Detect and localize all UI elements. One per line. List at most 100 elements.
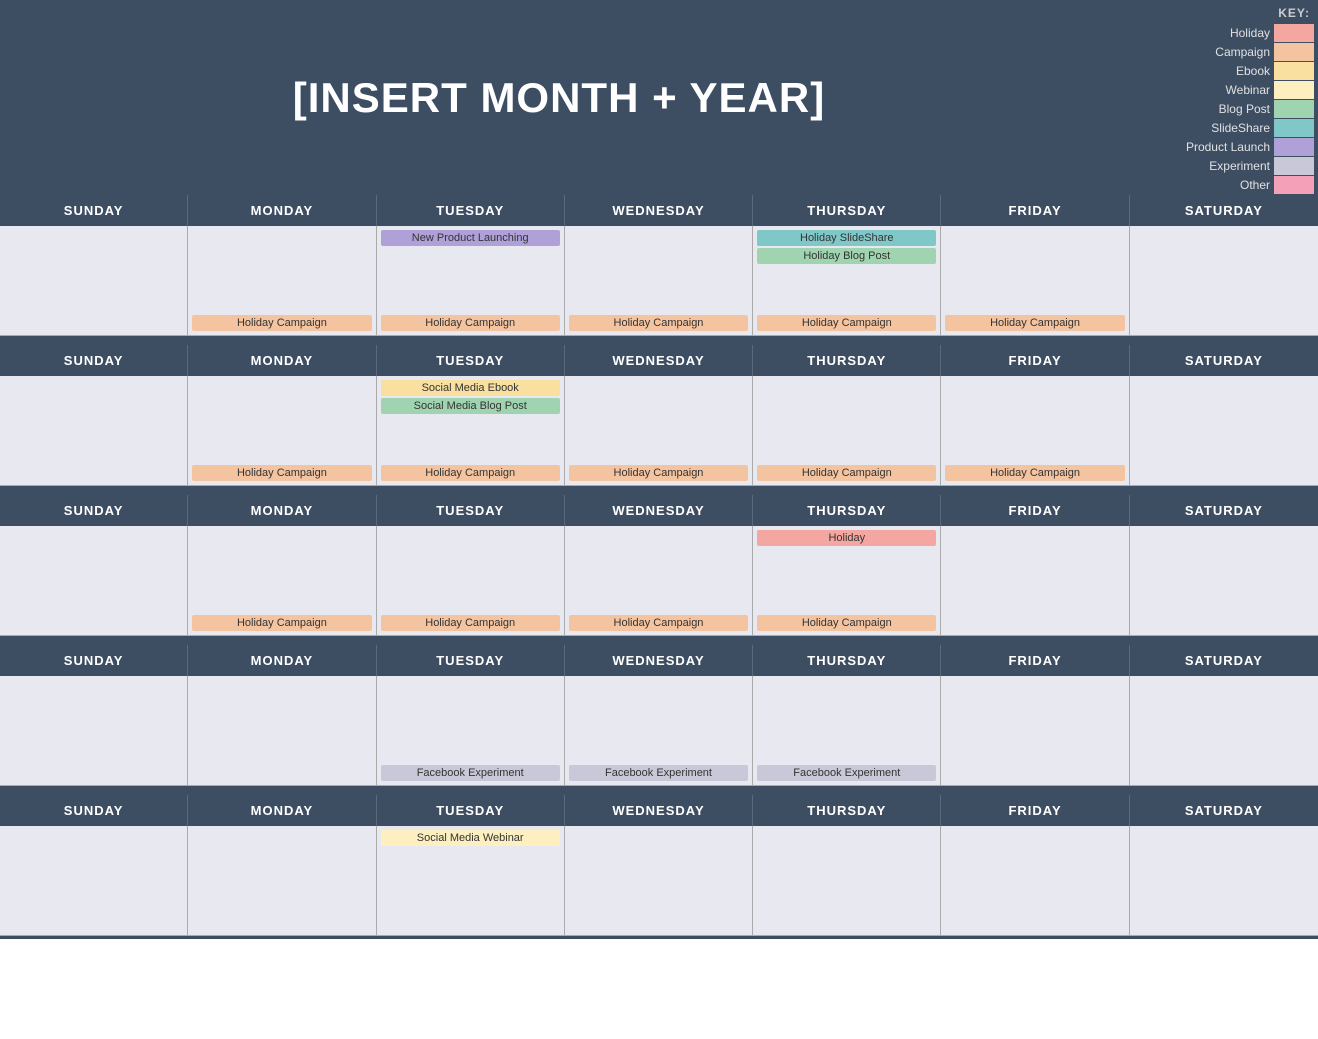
day-header-4-1: MONDAY bbox=[188, 795, 376, 826]
day-cell-1-5: Holiday Campaign bbox=[941, 376, 1129, 486]
day-cell-4-6 bbox=[1130, 826, 1318, 936]
week-block-2: SUNDAYMONDAYTUESDAYWEDNESDAYTHURSDAYFRID… bbox=[0, 495, 1318, 639]
bottom-event-badge-1-3: Holiday Campaign bbox=[569, 465, 748, 481]
day-cell-3-1 bbox=[188, 676, 376, 786]
days-row-4: Social Media Webinar bbox=[0, 826, 1318, 936]
key-color-slideshare bbox=[1274, 119, 1314, 137]
bottom-event-badge-3-4: Facebook Experiment bbox=[757, 765, 936, 781]
day-cell-1-0 bbox=[0, 376, 188, 486]
day-cell-2-0 bbox=[0, 526, 188, 636]
key-item-label-campaign: Campaign bbox=[1215, 45, 1270, 59]
day-header-2-1: MONDAY bbox=[188, 495, 376, 526]
day-header-3-3: WEDNESDAY bbox=[565, 645, 753, 676]
day-header-2-0: SUNDAY bbox=[0, 495, 188, 526]
day-cell-2-2: Holiday Campaign bbox=[377, 526, 565, 636]
day-header-1-5: FRIDAY bbox=[941, 345, 1129, 376]
top-events-0-2: New Product Launching bbox=[381, 230, 560, 246]
day-cell-3-5 bbox=[941, 676, 1129, 786]
top-events-0-4: Holiday SlideShareHoliday Blog Post bbox=[757, 230, 936, 264]
days-row-1: Holiday CampaignSocial Media EbookSocial… bbox=[0, 376, 1318, 486]
key-color-holiday bbox=[1274, 24, 1314, 42]
day-cell-2-4: Holiday Holiday Campaign bbox=[753, 526, 941, 636]
day-headers-0: SUNDAYMONDAYTUESDAYWEDNESDAYTHURSDAYFRID… bbox=[0, 195, 1318, 226]
day-cell-4-3 bbox=[565, 826, 753, 936]
key-item-slideshare: SlideShare bbox=[1186, 119, 1318, 137]
day-header-0-4: THURSDAY bbox=[753, 195, 941, 226]
bottom-event-badge-2-4: Holiday Campaign bbox=[757, 615, 936, 631]
day-header-0-3: WEDNESDAY bbox=[565, 195, 753, 226]
day-cell-3-6 bbox=[1130, 676, 1318, 786]
day-header-4-3: WEDNESDAY bbox=[565, 795, 753, 826]
day-cell-4-1 bbox=[188, 826, 376, 936]
day-header-3-2: TUESDAY bbox=[377, 645, 565, 676]
day-header-3-0: SUNDAY bbox=[0, 645, 188, 676]
key-color-productlaunch bbox=[1274, 138, 1314, 156]
key-item-ebook: Ebook bbox=[1186, 62, 1318, 80]
day-cell-1-2: Social Media Ebook Social Media Blog Post… bbox=[377, 376, 565, 486]
bottom-event-badge-1-4: Holiday Campaign bbox=[757, 465, 936, 481]
key-item-label-holiday: Holiday bbox=[1230, 26, 1270, 40]
day-header-0-5: FRIDAY bbox=[941, 195, 1129, 226]
calendar-section: SUNDAYMONDAYTUESDAYWEDNESDAYTHURSDAYFRID… bbox=[0, 195, 1318, 939]
day-header-0-2: TUESDAY bbox=[377, 195, 565, 226]
day-header-4-2: TUESDAY bbox=[377, 795, 565, 826]
bottom-event-badge-1-5: Holiday Campaign bbox=[945, 465, 1124, 481]
day-headers-3: SUNDAYMONDAYTUESDAYWEDNESDAYTHURSDAYFRID… bbox=[0, 645, 1318, 676]
top-event-badge-2-4-0: Holiday bbox=[757, 530, 936, 546]
key-item-webinar: Webinar bbox=[1186, 81, 1318, 99]
bottom-event-badge-2-2: Holiday Campaign bbox=[381, 615, 560, 631]
top-event-badge-1-2-0: Social Media Ebook bbox=[381, 380, 560, 396]
day-header-1-4: THURSDAY bbox=[753, 345, 941, 376]
top-events-1-2: Social Media Ebook Social Media Blog Post bbox=[381, 380, 560, 414]
day-header-4-5: FRIDAY bbox=[941, 795, 1129, 826]
top-event-badge-4-2-0: Social Media Webinar bbox=[381, 830, 560, 846]
day-header-1-3: WEDNESDAY bbox=[565, 345, 753, 376]
week-block-3: SUNDAYMONDAYTUESDAYWEDNESDAYTHURSDAYFRID… bbox=[0, 645, 1318, 789]
header-area: [INSERT MONTH + YEAR] KEY: Holiday Campa… bbox=[0, 0, 1318, 195]
key-item-blogpost: Blog Post bbox=[1186, 100, 1318, 118]
day-cell-4-5 bbox=[941, 826, 1129, 936]
day-header-1-0: SUNDAY bbox=[0, 345, 188, 376]
day-cell-1-3: Holiday Campaign bbox=[565, 376, 753, 486]
day-header-2-5: FRIDAY bbox=[941, 495, 1129, 526]
key-item-campaign: Campaign bbox=[1186, 43, 1318, 61]
day-header-1-6: SATURDAY bbox=[1130, 345, 1318, 376]
day-cell-0-2: New Product LaunchingHoliday Campaign bbox=[377, 226, 565, 336]
header-title-section: [INSERT MONTH + YEAR] bbox=[0, 0, 1118, 195]
top-event-badge-1-2-1: Social Media Blog Post bbox=[381, 398, 560, 414]
day-header-2-2: TUESDAY bbox=[377, 495, 565, 526]
day-headers-2: SUNDAYMONDAYTUESDAYWEDNESDAYTHURSDAYFRID… bbox=[0, 495, 1318, 526]
key-item-other: Other bbox=[1186, 176, 1318, 194]
day-cell-3-3: Facebook Experiment bbox=[565, 676, 753, 786]
bottom-event-badge-0-4: Holiday Campaign bbox=[757, 315, 936, 331]
day-cell-0-1: Holiday Campaign bbox=[188, 226, 376, 336]
key-item-experiment: Experiment bbox=[1186, 157, 1318, 175]
top-event-badge-0-2-0: New Product Launching bbox=[381, 230, 560, 246]
key-title-label: KEY: bbox=[1278, 6, 1310, 20]
key-item-label-ebook: Ebook bbox=[1236, 64, 1270, 78]
bottom-event-badge-2-1: Holiday Campaign bbox=[192, 615, 371, 631]
key-item-label-other: Other bbox=[1240, 178, 1270, 192]
day-cell-0-5: Holiday Campaign bbox=[941, 226, 1129, 336]
bottom-event-badge-0-5: Holiday Campaign bbox=[945, 315, 1124, 331]
day-header-3-6: SATURDAY bbox=[1130, 645, 1318, 676]
day-header-0-6: SATURDAY bbox=[1130, 195, 1318, 226]
day-header-0-0: SUNDAY bbox=[0, 195, 188, 226]
key-item-productlaunch: Product Launch bbox=[1186, 138, 1318, 156]
day-cell-4-0 bbox=[0, 826, 188, 936]
day-cell-0-6 bbox=[1130, 226, 1318, 336]
key-color-blogpost bbox=[1274, 100, 1314, 118]
top-event-badge-0-4-0: Holiday SlideShare bbox=[757, 230, 936, 246]
week-block-0: SUNDAYMONDAYTUESDAYWEDNESDAYTHURSDAYFRID… bbox=[0, 195, 1318, 339]
day-cell-2-5 bbox=[941, 526, 1129, 636]
top-events-2-4: Holiday bbox=[757, 530, 936, 546]
key-items-container: Holiday Campaign Ebook Webinar Blog Post… bbox=[1186, 24, 1318, 195]
main-container: [INSERT MONTH + YEAR] KEY: Holiday Campa… bbox=[0, 0, 1318, 939]
week-block-1: SUNDAYMONDAYTUESDAYWEDNESDAYTHURSDAYFRID… bbox=[0, 345, 1318, 489]
day-header-1-1: MONDAY bbox=[188, 345, 376, 376]
day-header-4-0: SUNDAY bbox=[0, 795, 188, 826]
day-headers-4: SUNDAYMONDAYTUESDAYWEDNESDAYTHURSDAYFRID… bbox=[0, 795, 1318, 826]
day-cell-1-1: Holiday Campaign bbox=[188, 376, 376, 486]
day-header-3-5: FRIDAY bbox=[941, 645, 1129, 676]
key-color-campaign bbox=[1274, 43, 1314, 61]
